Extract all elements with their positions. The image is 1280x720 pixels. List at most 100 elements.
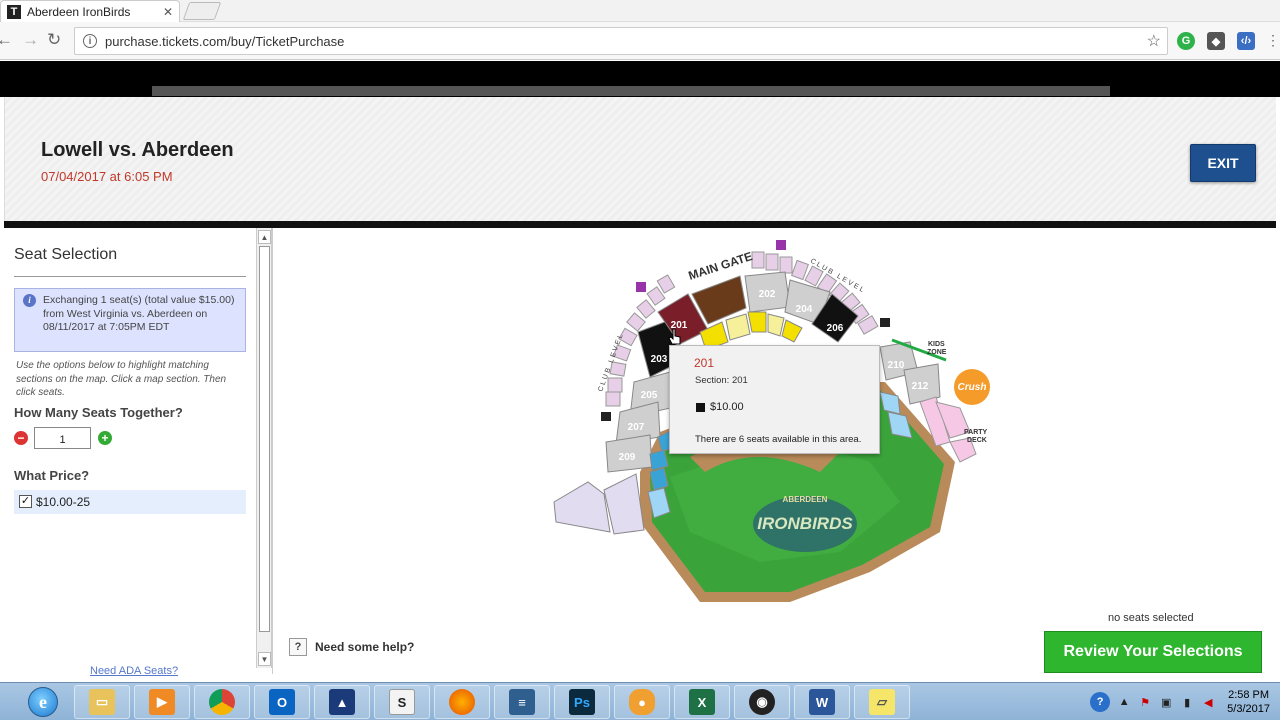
seats-quantity-input[interactable] — [34, 427, 91, 449]
taskbar-media-player[interactable]: ▶ — [134, 685, 190, 719]
label-209: 209 — [619, 452, 636, 463]
logo-text: IRONBIRDS — [757, 514, 853, 533]
taskbar-firefox[interactable] — [434, 685, 490, 719]
windows-taskbar: e ▭ ▶ O ▲ S ≡ Ps ● X ◉ W ▱ ? ▲ ⚑ ▣ ▮ ◀ 2… — [0, 682, 1280, 720]
forward-icon[interactable]: → — [22, 30, 39, 50]
decrease-seats-button[interactable]: − — [14, 431, 28, 445]
exchange-note-text: Exchanging 1 seat(s) (total value $15.00… — [43, 294, 235, 333]
event-title: Lowell vs. Aberdeen — [41, 139, 234, 161]
review-selections-button[interactable]: Review Your Selections — [1044, 631, 1262, 673]
panel-title: Seat Selection — [14, 246, 118, 263]
ada-seats-link[interactable]: Need ADA Seats? — [90, 665, 178, 677]
taskbar-app-blue[interactable]: ▲ — [314, 685, 370, 719]
taskbar-sticky-notes[interactable]: ▱ — [854, 685, 910, 719]
scroll-down-icon[interactable]: ▼ — [258, 652, 271, 666]
taskbar-slides[interactable]: S — [374, 685, 430, 719]
volume-icon[interactable]: ◀ — [1201, 695, 1215, 709]
browser-tabbar: T Aberdeen IronBirds ✕ — [0, 0, 1280, 22]
label-204: 204 — [796, 304, 813, 315]
chat-icon: ● — [629, 689, 655, 715]
outfield-pavilion[interactable] — [553, 473, 645, 535]
taskbar-outlook[interactable]: O — [254, 685, 310, 719]
tooltip-availability: There are 6 seats available in this area… — [695, 434, 862, 445]
tooltip-title: 201 — [694, 356, 715, 370]
browser-menu-icon[interactable]: ⋮ — [1266, 32, 1280, 49]
tooltip-section: Section: 201 — [695, 375, 748, 386]
new-tab-button[interactable] — [182, 2, 222, 20]
increase-seats-button[interactable]: + — [98, 431, 112, 445]
taskbar-obs[interactable]: ◉ — [734, 685, 790, 719]
address-bar[interactable]: i purchase.tickets.com/buy/TicketPurchas… — [74, 27, 1168, 55]
taskbar-file-explorer[interactable]: ▭ — [74, 685, 130, 719]
label-207: 207 — [628, 422, 645, 433]
logo-top-text: ABERDEEN — [783, 495, 828, 504]
browser-tab[interactable]: T Aberdeen IronBirds ✕ — [0, 0, 180, 22]
grammarly-extension-icon[interactable]: G — [1177, 32, 1195, 50]
kids-zone-label-2: ZONE — [927, 349, 947, 356]
network-icon[interactable]: ▮ — [1180, 695, 1194, 709]
selection-status: no seats selected — [1108, 612, 1194, 624]
scroll-up-icon[interactable]: ▲ — [258, 230, 271, 244]
help-link[interactable]: ? Need some help? — [289, 638, 414, 656]
seats-together-label: How Many Seats Together? — [14, 405, 183, 420]
clock[interactable]: 2:58 PM 5/3/2017 — [1227, 688, 1270, 716]
tab-title: Aberdeen IronBirds — [27, 4, 131, 19]
back-icon[interactable]: ← — [0, 30, 13, 50]
kids-zone-label-1: KIDS — [928, 341, 945, 348]
instructions-text: Use the options below to highlight match… — [16, 360, 227, 398]
reload-icon[interactable]: ↻ — [47, 30, 61, 50]
event-date: 07/04/2017 at 6:05 PM — [41, 169, 173, 184]
chrome-icon — [209, 689, 235, 715]
header-divider — [4, 221, 1276, 228]
restroom-icon-left — [601, 412, 611, 421]
ada-icon-left — [636, 282, 646, 292]
action-center-icon[interactable]: ⚑ — [1138, 695, 1152, 709]
help-text: Need some help? — [315, 640, 415, 654]
taskbar-word[interactable]: W — [794, 685, 850, 719]
party-deck-label-2: DECK — [967, 437, 987, 444]
event-header: Lowell vs. Aberdeen 07/04/2017 at 6:05 P… — [4, 97, 1276, 221]
media-player-icon: ▶ — [149, 689, 175, 715]
taskbar-photoshop[interactable]: Ps — [554, 685, 610, 719]
price-checkbox[interactable]: ✓ — [19, 495, 32, 508]
price-label: What Price? — [14, 468, 90, 483]
taskbar-chat[interactable]: ● — [614, 685, 670, 719]
scroll-thumb[interactable] — [259, 246, 270, 632]
folder-icon: ▭ — [89, 689, 115, 715]
taskbar-chrome[interactable] — [194, 685, 250, 719]
notes-icon: ≡ — [509, 689, 535, 715]
word-icon: W — [809, 689, 835, 715]
bookmark-star-icon[interactable]: ☆ — [1147, 31, 1161, 51]
tab-close-icon[interactable]: ✕ — [163, 5, 173, 19]
devtools-extension-icon[interactable]: ‹/› — [1237, 32, 1255, 50]
taskbar-notes[interactable]: ≡ — [494, 685, 550, 719]
page-gray-band — [152, 86, 1110, 96]
price-option-label: $10.00-25 — [36, 495, 91, 509]
label-210: 210 — [888, 360, 905, 371]
hand-cursor-icon — [668, 328, 681, 345]
help-tray-icon[interactable]: ? — [1090, 692, 1111, 712]
exit-button[interactable]: EXIT — [1190, 144, 1256, 182]
browser-toolbar: ← → ↻ i purchase.tickets.com/buy/TicketP… — [0, 22, 1280, 60]
panel-scrollbar[interactable]: ▲ ▼ — [256, 228, 272, 668]
tooltip-price: $10.00 — [710, 401, 744, 413]
excel-icon: X — [689, 689, 715, 715]
internet-explorer-icon[interactable]: e — [28, 687, 58, 717]
taskbar-excel[interactable]: X — [674, 685, 730, 719]
outlook-icon: O — [269, 689, 295, 715]
price-option-row[interactable]: ✓ $10.00-25 — [14, 490, 246, 514]
crush-zone-logo[interactable]: Crush — [954, 369, 990, 405]
panel-divider — [14, 276, 246, 277]
label-203: 203 — [651, 354, 668, 365]
extension-icon[interactable]: ◆ — [1207, 32, 1225, 50]
exchange-note: i Exchanging 1 seat(s) (total value $15.… — [14, 288, 246, 352]
slides-icon: S — [389, 689, 415, 715]
firefox-icon — [449, 689, 475, 715]
section-tooltip: 201 Section: 201 $10.00 There are 6 seat… — [669, 345, 880, 454]
clock-time: 2:58 PM — [1228, 689, 1270, 701]
show-hidden-icons-icon[interactable]: ▲ — [1117, 695, 1131, 709]
site-info-icon[interactable]: i — [83, 34, 97, 48]
device-icon[interactable]: ▣ — [1159, 695, 1173, 709]
sticky-notes-icon: ▱ — [869, 689, 895, 715]
label-212: 212 — [912, 381, 929, 392]
